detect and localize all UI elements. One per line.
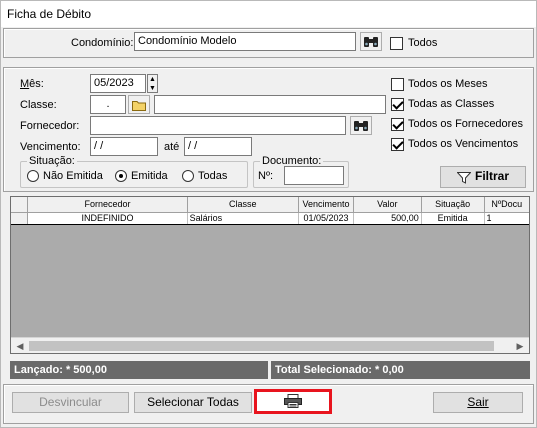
situacao-nao-emitida-label: Não Emitida [43, 170, 103, 182]
scroll-left-icon[interactable]: ◀ [13, 340, 27, 352]
col-situacao-header[interactable]: Situação [421, 197, 485, 213]
situacao-emitida-radio[interactable] [115, 170, 127, 182]
classe-code-input[interactable]: . [90, 95, 126, 114]
documento-group: Documento: Nº: [253, 155, 349, 188]
sair-label: Sair [467, 395, 489, 409]
situacao-title: Situação: [27, 155, 77, 167]
binoculars-icon [354, 121, 368, 131]
row-indicator [11, 211, 29, 225]
situacao-todas-radio[interactable] [182, 170, 194, 182]
desvincular-button[interactable]: Desvincular [12, 392, 129, 413]
todos-vencimentos-label: Todos os Vencimentos [408, 138, 519, 150]
classe-folder-button[interactable] [128, 95, 150, 114]
todos-fornecedores-checkbox[interactable] [391, 118, 404, 131]
todos-meses-label: Todos os Meses [408, 78, 488, 90]
sair-button[interactable]: Sair [433, 392, 523, 413]
classe-desc-input[interactable] [154, 95, 386, 114]
grid-header-row: Fornecedor Classe Vencimento Valor Situa… [11, 197, 529, 213]
grid-indicator-header [11, 197, 29, 213]
classe-label: Classe: [20, 99, 57, 111]
grid-horizontal-scrollbar[interactable]: ◀ ▶ [11, 337, 529, 353]
col-numdoc-header[interactable]: NºDocu [484, 197, 529, 213]
filter-panel: Mês: 05/2023 ▲ ▼ Classe: . Fornecedor: V… [3, 67, 534, 192]
situacao-nao-emitida-radio[interactable] [27, 170, 39, 182]
spin-up-icon[interactable]: ▲ [148, 75, 157, 84]
window-title: Ficha de Débito [7, 7, 92, 21]
debitos-table: Fornecedor Classe Vencimento Valor Situa… [11, 197, 529, 225]
todas-classes-label: Todas as Classes [408, 98, 495, 110]
condominio-todos-checkbox[interactable] [390, 37, 403, 50]
folder-icon [132, 101, 146, 111]
cell-classe: Salários [187, 211, 300, 225]
condominio-input[interactable]: Condomínio Modelo [134, 32, 356, 51]
scroll-thumb[interactable] [29, 341, 494, 351]
spin-down-icon[interactable]: ▼ [148, 84, 157, 93]
filtrar-label: Filtrar [474, 169, 509, 183]
cell-vencimento: 01/05/2023 [298, 211, 354, 225]
vencimento-from-input[interactable]: / / [90, 137, 158, 156]
todos-fornecedores-label: Todos os Fornecedores [408, 118, 523, 130]
selecionar-todas-label: Selecionar Todas [147, 395, 239, 409]
mes-label: Mês: [20, 78, 44, 90]
selecionar-todas-button[interactable]: Selecionar Todas [134, 392, 252, 413]
binoculars-icon [364, 37, 378, 47]
todas-classes-checkbox[interactable] [391, 98, 404, 111]
cell-numdoc: 1 [484, 211, 529, 225]
filtrar-button[interactable]: Filtrar [440, 166, 526, 188]
cell-valor: 500,00 [353, 211, 422, 225]
col-valor-header[interactable]: Valor [353, 197, 422, 213]
situacao-emitida-label: Emitida [131, 170, 168, 182]
col-classe-header[interactable]: Classe [187, 197, 300, 213]
condominio-label: Condomínio: [71, 37, 134, 49]
situacao-todas-label: Todas [198, 170, 228, 182]
situacao-group: Situação: Não Emitida Emitida Todas [20, 155, 248, 188]
fornecedor-search-button[interactable] [350, 116, 372, 135]
title-bar: Ficha de Débito [1, 1, 536, 27]
condominio-search-button[interactable] [360, 32, 382, 51]
documento-numero-input[interactable] [284, 166, 344, 185]
table-row[interactable]: INDEFINIDO Salários 01/05/2023 500,00 Em… [11, 211, 529, 225]
condominio-todos-label: Todos [408, 37, 438, 49]
desvincular-label: Desvincular [39, 395, 102, 409]
cell-situacao: Emitida [421, 211, 485, 225]
debitos-grid[interactable]: Fornecedor Classe Vencimento Valor Situa… [10, 196, 530, 354]
scroll-right-icon[interactable]: ▶ [513, 340, 527, 352]
cell-fornecedor: INDEFINIDO [27, 211, 188, 225]
filter-icon [457, 172, 471, 184]
ficha-debito-window: Ficha de Débito Condomínio: Condomínio M… [0, 0, 537, 428]
fornecedor-input[interactable] [90, 116, 346, 135]
vencimento-label: Vencimento: [20, 141, 81, 153]
todos-meses-checkbox[interactable] [391, 78, 404, 91]
ate-label: até [164, 141, 180, 153]
vencimento-to-input[interactable]: / / [184, 137, 252, 156]
col-fornecedor-header[interactable]: Fornecedor [27, 197, 188, 213]
printer-icon [284, 394, 302, 408]
todos-vencimentos-checkbox[interactable] [391, 138, 404, 151]
lancado-summary: Lançado: * 500,00 [10, 361, 268, 379]
print-button[interactable] [254, 389, 332, 414]
documento-numero-label: Nº: [258, 170, 274, 182]
mes-spinner[interactable]: ▲ ▼ [147, 74, 158, 93]
total-selecionado-summary: Total Selecionado: * 0,00 [271, 361, 530, 379]
fornecedor-label: Fornecedor: [20, 120, 80, 132]
mes-input[interactable]: 05/2023 [90, 74, 146, 93]
col-vencimento-header[interactable]: Vencimento [298, 197, 354, 213]
condominio-panel: Condomínio: Condomínio Modelo Todos [3, 28, 534, 58]
